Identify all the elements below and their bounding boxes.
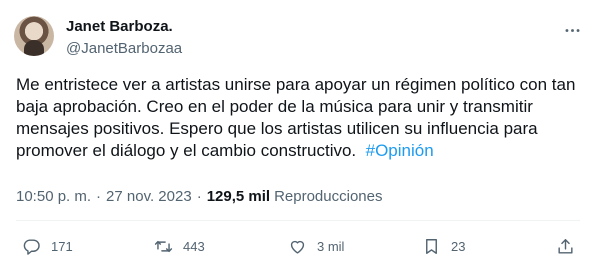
more-options-icon[interactable] [562, 20, 582, 40]
tweet-actions: 171 443 3 mil 23 [0, 232, 596, 260]
tweet-date[interactable]: 27 nov. 2023 [106, 188, 192, 205]
divider [16, 220, 580, 221]
avatar[interactable] [14, 16, 54, 56]
reply-button[interactable]: 171 [22, 232, 73, 260]
meta-separator: · [196, 188, 202, 205]
tweet-body-text: Me entristece ver a artistas unirse para… [16, 75, 576, 160]
bookmark-button[interactable]: 23 [422, 232, 465, 260]
views-count: 129,5 mil [206, 188, 271, 205]
tweet-text: Me entristece ver a artistas unirse para… [16, 74, 584, 162]
reply-icon [23, 238, 40, 255]
share-button[interactable] [556, 232, 575, 260]
reply-count: 171 [51, 238, 73, 254]
hashtag-link[interactable]: #Opinión [366, 141, 434, 160]
like-count: 3 mil [317, 238, 345, 254]
author-handle[interactable]: @JanetBarbozaa [66, 40, 182, 57]
bookmark-count: 23 [451, 238, 466, 254]
views-label: Reproducciones [274, 188, 383, 205]
bookmark-icon [426, 238, 437, 254]
heart-icon [290, 240, 305, 254]
like-button[interactable]: 3 mil [288, 232, 344, 260]
retweet-count: 443 [183, 238, 205, 254]
meta-separator: · [96, 188, 102, 205]
tweet-meta: 10:50 p. m. · 27 nov. 2023 · 129,5 mil R… [16, 188, 382, 205]
retweet-icon [154, 240, 173, 252]
tweet-card: Janet Barboza. @JanetBarbozaa Me entrist… [0, 0, 596, 264]
tweet-time[interactable]: 10:50 p. m. [16, 188, 91, 205]
retweet-button[interactable]: 443 [154, 232, 205, 260]
author-display-name[interactable]: Janet Barboza. [66, 18, 173, 35]
share-icon [558, 238, 573, 254]
